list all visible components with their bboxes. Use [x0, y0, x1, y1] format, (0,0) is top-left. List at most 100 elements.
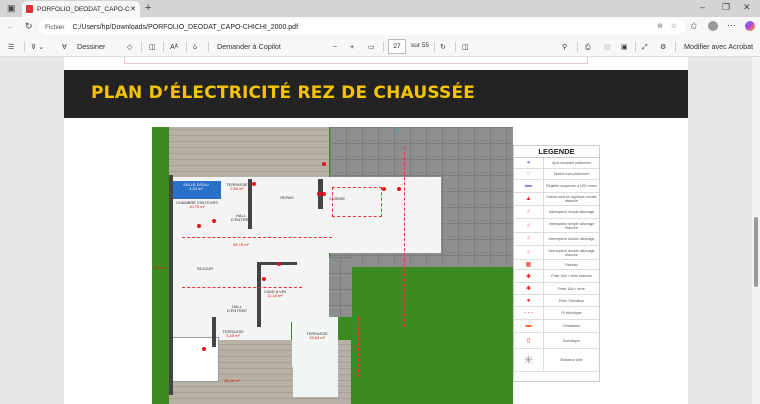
copilot-button[interactable]: Demander à Copilot: [217, 42, 281, 51]
url-text: C:/Users/hp/Downloads/PORFOLIO_DEODAT_CA…: [72, 23, 299, 31]
plan-element: 11,16 m²: [267, 293, 283, 299]
plan-element: [383, 42, 384, 52]
search-icon[interactable]: ⚲: [562, 42, 567, 51]
plan-element: CHAMBRE VISITEURS 10,70 m²: [172, 200, 222, 210]
tab-actions-icon[interactable]: ▣: [7, 4, 16, 13]
plan-element: ● Spot encastré plafonnier: [514, 158, 599, 169]
plan-element: [212, 219, 216, 223]
minimize-icon[interactable]: –: [700, 3, 705, 12]
ceiling-fan-icon: ✳: [514, 349, 544, 371]
plan-element: ▬ Climatiseur: [514, 320, 599, 333]
vertical-scrollbar[interactable]: [752, 57, 760, 404]
more-icon[interactable]: ···: [727, 21, 736, 30]
fullscreen-icon[interactable]: ⤢: [642, 42, 648, 52]
page-total: sur 55: [411, 42, 430, 49]
plan-element: 4,20 m²: [189, 186, 203, 192]
wire-icon: - - -: [514, 307, 544, 319]
plan-element: [202, 347, 206, 351]
settings-gear-icon[interactable]: ⚙: [660, 42, 666, 51]
plan-element: ● Prise Télévision: [514, 295, 599, 307]
plan-element: Interrupteur simple allumage étanche: [548, 221, 595, 230]
plan-element: [675, 42, 676, 52]
legend: LEGENDE ● Spot encastré plafonnier ○ Hublo…: [513, 145, 600, 382]
tab-active[interactable]: PORFOLIO_DEODAT_CAPO-CHICHI_2000.pdf ✕: [22, 1, 140, 17]
plan-element: ♂ Interrupteur simple allumage: [514, 206, 599, 219]
translate-icon[interactable]: ઠ: [193, 42, 197, 52]
refresh-icon[interactable]: ↻: [25, 22, 33, 31]
save-icon[interactable]: ▤: [604, 42, 611, 51]
maximize-icon[interactable]: ❐: [722, 3, 730, 12]
plan-element: [212, 317, 216, 347]
edit-with-acrobat-button[interactable]: Modifier avec Acrobat: [684, 42, 753, 51]
profile-avatar[interactable]: [708, 21, 718, 31]
read-aloud-icon[interactable]: Aᴬ: [170, 42, 178, 51]
print-icon[interactable]: ⎙: [585, 42, 591, 52]
close-tab-icon[interactable]: ✕: [130, 5, 136, 13]
plan-element: CAVE A VIN 11,16 m²: [260, 289, 290, 299]
plan-element: HALL D'ENTREE: [227, 304, 247, 314]
zoom-out-icon[interactable]: −: [333, 42, 337, 51]
plan-element: [317, 192, 321, 196]
plan-element: Fil électrique: [561, 311, 582, 315]
pdf-toolbar: ☰ ⊽ ⌄ ∀ Dessiner ◇ ◫ Aᴬ ઠ Demander à Cop…: [0, 37, 760, 57]
plan-element: [277, 262, 281, 266]
favorites-icon[interactable]: ✩: [690, 22, 698, 31]
plan-element: Hublot rond en applique murale étanche: [546, 195, 597, 203]
socket-icon: ✱: [514, 283, 544, 294]
spot-icon: ●: [514, 158, 544, 168]
plan-element: [292, 317, 337, 367]
copilot-icon[interactable]: [745, 21, 755, 31]
plan-element: TERRASSE 3,45 m²: [218, 329, 248, 339]
page-number-input[interactable]: 27: [388, 39, 406, 54]
favorite-star-icon[interactable]: ☆: [671, 22, 677, 30]
plan-element: 3,45 m²: [226, 333, 240, 339]
text-icon[interactable]: ◫: [149, 42, 156, 51]
scrollbar-thumb[interactable]: [754, 217, 758, 287]
plan-element: Climatiseur: [562, 324, 581, 328]
plan-element: Réseau: [565, 262, 578, 267]
plan-element: Hublot rond plafonnier: [553, 172, 590, 176]
close-window-icon[interactable]: ✕: [743, 3, 751, 12]
save-as-icon[interactable]: ▣: [621, 42, 628, 51]
pdf-icon: [26, 5, 33, 13]
contents-icon[interactable]: ☰: [8, 42, 14, 51]
plan-element: Prise Télévision: [558, 298, 585, 303]
plan-element: [442, 267, 512, 404]
zoom-in-icon[interactable]: +: [350, 42, 354, 51]
draw-icon[interactable]: ∀: [62, 42, 67, 51]
plan-element: [397, 187, 401, 191]
led-strip-icon: ━━: [514, 180, 544, 192]
plan-element: [358, 317, 359, 377]
address-bar[interactable]: Fichier C:/Users/hp/Downloads/PORFOLIO_D…: [39, 19, 685, 35]
zoom-icon[interactable]: ⊕: [657, 22, 663, 30]
draw-button[interactable]: Dessiner: [77, 42, 105, 51]
plan-element: ▯ Domotique: [514, 333, 599, 349]
plan-element: ▦ Réseau: [514, 260, 599, 270]
ac-icon: ▬: [514, 320, 544, 332]
plan-element: [24, 42, 25, 52]
file-label: Fichier: [45, 23, 65, 31]
eraser-icon[interactable]: ◇: [127, 42, 133, 51]
tv-socket-icon: ●: [514, 295, 544, 306]
floor-plan: SALLE D'EAU 4,20 m² TERRASSE 2,50 m² CHAMB…: [152, 127, 513, 404]
tab-title: PORFOLIO_DEODAT_CAPO-CHICHI_2000.pdf: [37, 5, 130, 13]
plan-element: SALLE D'EAU 4,20 m²: [176, 182, 216, 192]
plan-element: Prise 16A + terre: [558, 286, 585, 291]
page-view-icon[interactable]: ◫: [462, 42, 469, 51]
plan-element: [397, 127, 398, 132]
plan-element: [182, 237, 332, 238]
plan-element: [197, 224, 201, 228]
back-icon[interactable]: ←: [6, 22, 15, 31]
plan-element: [322, 162, 326, 166]
double-switch-waterproof-icon: ♂: [514, 246, 544, 259]
network-icon: ▦: [514, 260, 544, 269]
new-tab-icon[interactable]: +: [145, 3, 151, 14]
fit-page-icon[interactable]: ▭: [368, 42, 375, 51]
plan-element: [141, 42, 142, 52]
tab-bar: ▣ PORFOLIO_DEODAT_CAPO-CHICHI_2000.pdf ✕…: [0, 0, 760, 17]
rotate-icon[interactable]: ↻: [440, 42, 446, 51]
plan-element: ✱ Prise 16A + terre: [514, 283, 599, 295]
plan-element: ♂ Interrupteur double allumage étanche: [514, 246, 599, 260]
plan-element: [577, 42, 578, 52]
highlight-icon[interactable]: ⊽ ⌄: [31, 42, 44, 51]
